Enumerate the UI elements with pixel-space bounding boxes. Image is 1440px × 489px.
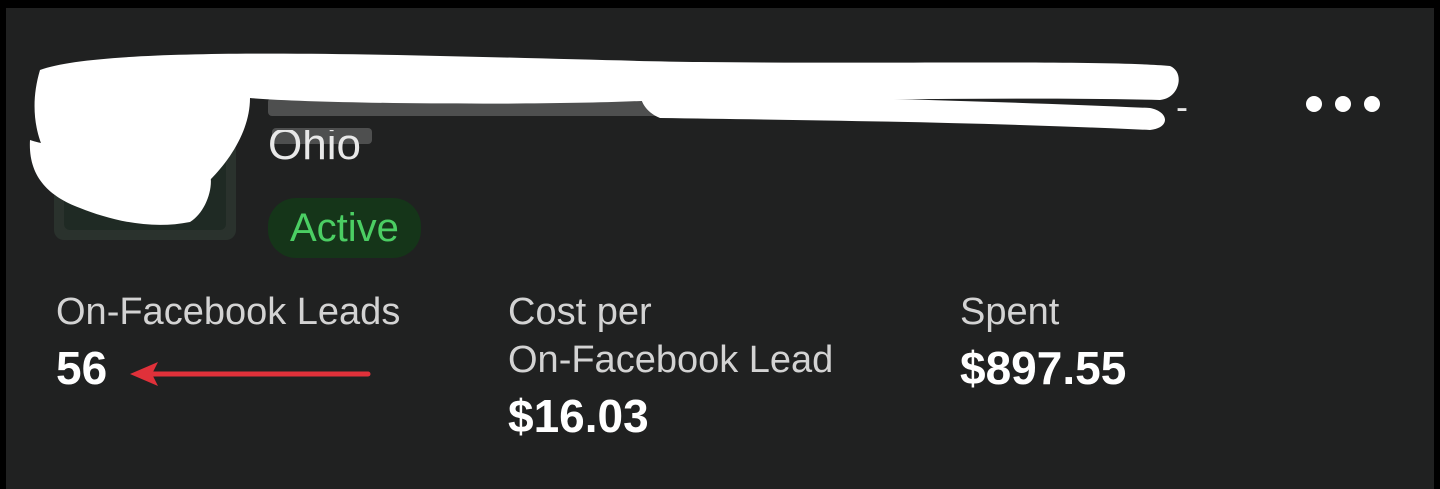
metric-spent-label: Spent <box>960 291 1060 333</box>
metric-leads-value: 56 <box>56 342 108 394</box>
redaction-overlay <box>29 53 1179 225</box>
metric-leads-label: On-Facebook Leads <box>56 291 401 333</box>
status-badge: Active <box>268 198 421 258</box>
metric-cost-value: $16.03 <box>508 390 649 442</box>
metric-cost-label-line2: On-Facebook Lead <box>508 339 834 381</box>
more-options-icon-dot <box>1335 96 1351 112</box>
more-options-icon-dot <box>1364 96 1380 112</box>
annotation-arrow-icon <box>130 362 371 386</box>
metric-spent-value: $897.55 <box>960 342 1127 394</box>
metric-cost-label-line1: Cost per <box>508 291 652 333</box>
more-options-icon <box>1306 96 1322 112</box>
more-options-button[interactable] <box>1306 86 1380 122</box>
